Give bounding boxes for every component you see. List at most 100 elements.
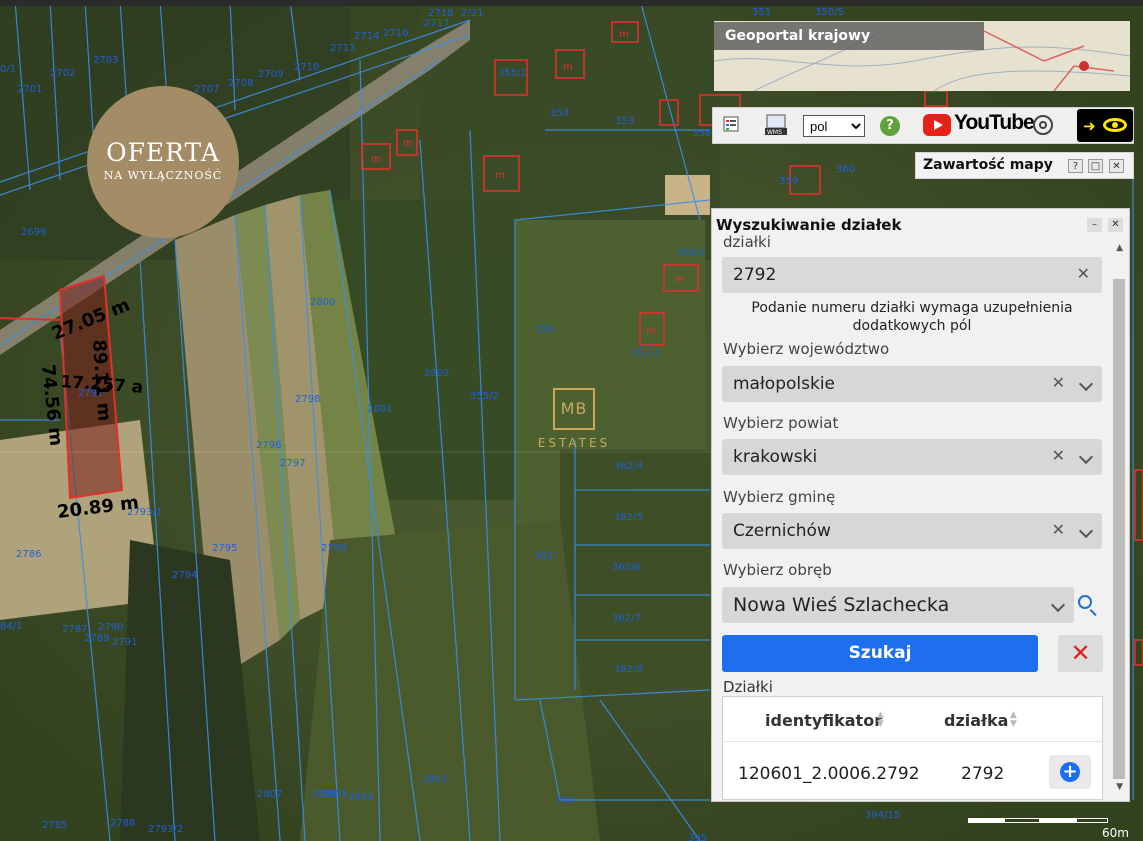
minimize-icon[interactable]: – [1087, 218, 1102, 232]
voivodeship-label: Wybierz województwo [723, 340, 890, 358]
logo-mark: MB [553, 388, 595, 430]
map-content-close-button[interactable]: ✕ [1109, 159, 1124, 173]
results-table: identyfikator ▲ ▼ działka ▲ ▼ 120601_2.000… [722, 696, 1103, 800]
map-content-title: Zawartość mapy [923, 157, 1053, 173]
svg-text:362/5: 362/5 [614, 512, 643, 523]
svg-text:2801: 2801 [367, 404, 392, 415]
map-content-help-button[interactable]: ? [1068, 159, 1083, 173]
arrow-right-icon: ➜ [1083, 117, 1096, 135]
contrast-toggle-button[interactable]: ➜ [1077, 109, 1133, 142]
svg-text:m: m [371, 154, 381, 165]
search-button[interactable]: Szukaj [722, 635, 1038, 672]
parcel-number-field[interactable]: 2792 ✕ [722, 257, 1102, 293]
chevron-down-icon[interactable] [1050, 597, 1066, 613]
clear-form-button[interactable]: ✕ [1058, 635, 1103, 672]
svg-text:84/1: 84/1 [0, 621, 22, 632]
svg-text:2710: 2710 [294, 62, 319, 73]
search-icon[interactable] [1078, 595, 1092, 609]
maximize-icon[interactable]: □ [1088, 159, 1103, 173]
svg-text:362/7: 362/7 [612, 613, 641, 624]
svg-text:2789: 2789 [84, 633, 109, 644]
svg-text:2703: 2703 [93, 55, 118, 66]
svg-text:359: 359 [779, 176, 798, 187]
sort-icon[interactable]: ▲ ▼ [1010, 711, 1017, 729]
chevron-down-icon[interactable] [1078, 376, 1094, 392]
svg-text:353: 353 [615, 116, 634, 127]
svg-text:m: m [563, 62, 573, 73]
county-label: Wybierz powiat [723, 414, 839, 432]
geoportal-title[interactable]: Geoportal krajowy [714, 22, 984, 50]
clear-voivodeship-icon[interactable]: ✕ [1052, 373, 1065, 392]
cell-parcel: 2792 [961, 764, 1005, 784]
cell-identifier: 120601_2.0006.2792 [738, 764, 920, 784]
column-header-parcel[interactable]: działka [944, 711, 1008, 730]
svg-text:2701: 2701 [17, 84, 42, 95]
precinct-select[interactable]: Nowa Wieś Szlachecka [722, 587, 1074, 623]
commune-select[interactable]: Czernichów ✕ [722, 513, 1102, 549]
mb-estates-watermark: MB ESTATES [536, 388, 612, 450]
svg-text:363: 363 [534, 551, 553, 562]
map-content-header[interactable]: Zawartość mapy ? □ ✕ [915, 152, 1134, 179]
sort-icon[interactable]: ▲ ▼ [877, 711, 884, 729]
chevron-down-icon[interactable] [1078, 449, 1094, 465]
svg-text:394/15: 394/15 [865, 810, 900, 821]
svg-text:m: m [403, 138, 413, 149]
language-select[interactable]: pol [803, 115, 865, 137]
map-toolbar: WMS pol ? YouTube ➜ [712, 107, 1134, 144]
svg-text:354: 354 [550, 108, 569, 119]
svg-text:WMS: WMS [767, 129, 782, 136]
svg-text:2785: 2785 [42, 820, 67, 831]
precinct-label: Wybierz obręb [723, 561, 832, 579]
add-result-button[interactable]: + [1049, 755, 1091, 789]
svg-text:2788: 2788 [110, 818, 135, 829]
clear-parcel-icon[interactable]: ✕ [1077, 264, 1090, 283]
clear-county-icon[interactable]: ✕ [1052, 446, 1065, 465]
svg-text:395: 395 [688, 833, 707, 841]
svg-text:2/21: 2/21 [461, 8, 483, 19]
svg-text:2797: 2797 [280, 458, 305, 469]
svg-text:2714: 2714 [354, 31, 379, 42]
help-icon[interactable]: ? [880, 116, 900, 136]
voivodeship-select[interactable]: małopolskie ✕ [722, 366, 1102, 402]
svg-text:2796: 2796 [256, 440, 281, 451]
svg-text:2804: 2804 [348, 792, 373, 803]
scrollbar-thumb[interactable] [1113, 279, 1125, 779]
youtube-icon [923, 114, 951, 136]
svg-text:2794: 2794 [172, 570, 197, 581]
commune-value: Czernichów [733, 521, 831, 541]
chevron-down-icon[interactable] [1078, 523, 1094, 539]
logo-sub: ESTATES [537, 436, 611, 450]
county-select[interactable]: krakowski ✕ [722, 439, 1102, 475]
scale-bar [968, 818, 1108, 824]
svg-text:2786: 2786 [16, 549, 41, 560]
parcel-section-label: działki [723, 233, 771, 251]
svg-text:2707: 2707 [194, 84, 219, 95]
svg-text:2717: 2717 [424, 18, 449, 29]
svg-text:m: m [619, 29, 629, 40]
accessibility-icon[interactable] [1033, 115, 1053, 135]
svg-text:2800: 2800 [310, 297, 335, 308]
scroll-down-icon[interactable]: ▼ [1116, 782, 1123, 792]
svg-text:2802: 2802 [424, 368, 449, 379]
svg-text:360: 360 [836, 164, 855, 175]
svg-text:2798: 2798 [295, 394, 320, 405]
county-value: krakowski [733, 447, 818, 467]
wms-icon[interactable]: WMS [765, 114, 787, 136]
results-label: Działki [723, 678, 773, 696]
youtube-label: YouTube [954, 111, 1035, 134]
column-header-identifier[interactable]: identyfikator [765, 711, 882, 730]
parcel-number-value: 2792 [733, 265, 777, 285]
eye-icon [1103, 118, 1127, 132]
commune-label: Wybierz gminę [723, 488, 836, 506]
svg-text:362/4: 362/4 [614, 461, 643, 472]
exclusive-offer-badge: OFERTA NA WYŁĄCZNOŚĆ [87, 86, 239, 238]
close-icon[interactable]: ✕ [1108, 218, 1123, 232]
svg-text:2702: 2702 [50, 68, 75, 79]
clear-commune-icon[interactable]: ✕ [1052, 520, 1065, 539]
parcel-search-panel: Wyszukiwanie działek – ✕ ▲ ▼ działki 279… [711, 208, 1130, 802]
svg-text:362/6: 362/6 [612, 562, 641, 573]
legend-icon[interactable] [723, 116, 739, 132]
svg-text:2803: 2803 [422, 774, 447, 785]
svg-text:2795: 2795 [212, 543, 237, 554]
scroll-up-icon[interactable]: ▲ [1116, 243, 1123, 253]
